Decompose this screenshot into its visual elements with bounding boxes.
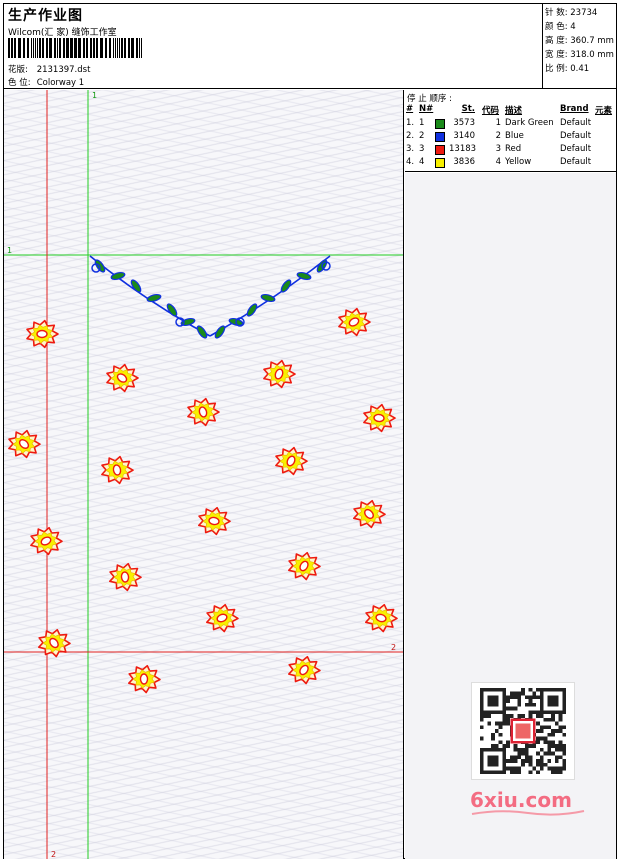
qr-code[interactable] [471,682,575,780]
flower-motif [30,526,63,556]
col-needle: N# [419,104,434,114]
qr-code-icon [480,688,566,774]
flower-motif [206,603,239,633]
row-needle: 3 [419,144,425,154]
row-description: Dark Green [505,118,554,128]
design-stats: 针 数: 23734 颜 色: 4 高 度: 360.7 mm 宽 度: 318… [542,4,616,89]
stat-height: 高 度: 360.7 mm [545,36,614,46]
flower-motif [109,562,142,592]
stat-stitches: 针 数: 23734 [545,8,598,18]
row-index: 3. [406,144,415,154]
design-canvas: 1 1 2 2 [4,90,403,859]
flower-motif [26,319,59,349]
row-stitches: 3836 [453,157,475,167]
design-preview[interactable]: 1 1 2 2 [4,90,404,859]
row-code: 3 [495,144,501,154]
color-swatch [435,145,445,155]
flower-motif [365,603,398,633]
color-swatch [435,119,445,129]
row-stitches: 3140 [453,131,475,141]
table-row[interactable]: 3. 3 13183 3 Red Default [405,144,616,157]
row-brand: Default [560,144,592,154]
garland-leaf [196,325,208,339]
guide-label-v2: 2 [51,850,56,859]
garland-leaf [146,293,162,303]
table-row[interactable]: 2. 2 3140 2 Blue Default [405,131,616,144]
row-needle: 4 [419,157,425,167]
company-name: Wilcom(汇 家) 缝饰工作室 [8,28,117,38]
garland-leaf [110,271,126,281]
col-description: 描述 [505,106,523,116]
row-stitches: 13183 [449,144,477,154]
stat-colors: 颜 色: 4 [545,22,576,32]
pattern-value: 2131397.dst [36,65,91,75]
row-needle: 1 [419,118,425,128]
flower-motif [128,664,161,694]
table-row[interactable]: 4. 4 3836 4 Yellow Default [405,157,616,170]
flower-motifs [8,307,398,694]
flower-motif [198,506,231,536]
guide-label-h1: 1 [7,246,12,255]
row-description: Yellow [505,157,532,167]
garland-leaf [260,293,276,303]
row-stitches: 3573 [453,118,475,128]
row-brand: Default [560,131,592,141]
table-row[interactable]: 1. 1 3573 1 Dark Green Default [405,118,616,131]
stat-scale: 比 例: 0.41 [545,64,590,74]
flower-motif [363,403,396,433]
sheet-header: 生产作业图 Wilcom(汇 家) 缝饰工作室 花版: 2131397.dst … [4,4,616,89]
col-brand: Brand [560,104,589,114]
flower-motif [338,307,371,337]
pattern-label: 花版: [8,65,28,75]
row-brand: Default [560,118,592,128]
flower-motif [8,429,41,459]
row-index: 1. [406,118,415,128]
guide-label-v1: 1 [92,91,97,100]
color-swatch [435,132,445,142]
leaf-garland [89,255,331,339]
flower-motif [288,551,321,581]
row-code: 2 [495,131,501,141]
watermark-swoosh-icon [471,810,585,816]
row-code: 1 [495,118,501,128]
colorway-label: 色 位: [8,78,31,88]
col-element: 元素 [595,106,613,116]
flower-motif [263,359,296,389]
garland-leaf [246,303,258,317]
row-needle: 2 [419,131,425,141]
flower-motif [106,363,139,393]
col-code: 代码 [481,106,499,116]
row-description: Blue [505,131,524,141]
stop-sequence-title: 停 止 顺序 : [407,94,452,104]
col-stitches: St. [461,104,475,114]
flower-motif [187,397,220,427]
stop-sequence-header: # N# St. 代码 描述 Brand 元素 [405,104,616,117]
row-brand: Default [560,157,592,167]
flower-motif [275,446,308,476]
garland-leaf [130,279,142,293]
row-index: 2. [406,131,415,141]
sheet-title: 生产作业图 [8,8,83,24]
row-description: Red [505,144,522,154]
colorway-info: 色 位: Colorway 1 [8,76,84,88]
pattern-info: 花版: 2131397.dst [8,63,90,75]
row-code: 4 [495,157,501,167]
stop-sequence-panel: 停 止 顺序 : # N# St. 代码 描述 Brand 元素 1. 1 35… [405,90,616,172]
colorway-value: Colorway 1 [36,78,85,88]
guide-label-h2: 2 [391,643,396,652]
col-index: # [406,104,414,114]
flower-motif [101,455,134,485]
garland-leaf [166,303,178,317]
flower-motif [288,655,321,685]
barcode [8,38,142,58]
flower-motif [353,499,386,529]
row-index: 4. [406,157,415,167]
stat-width: 宽 度: 318.0 mm [545,50,614,60]
color-swatch [435,158,445,168]
